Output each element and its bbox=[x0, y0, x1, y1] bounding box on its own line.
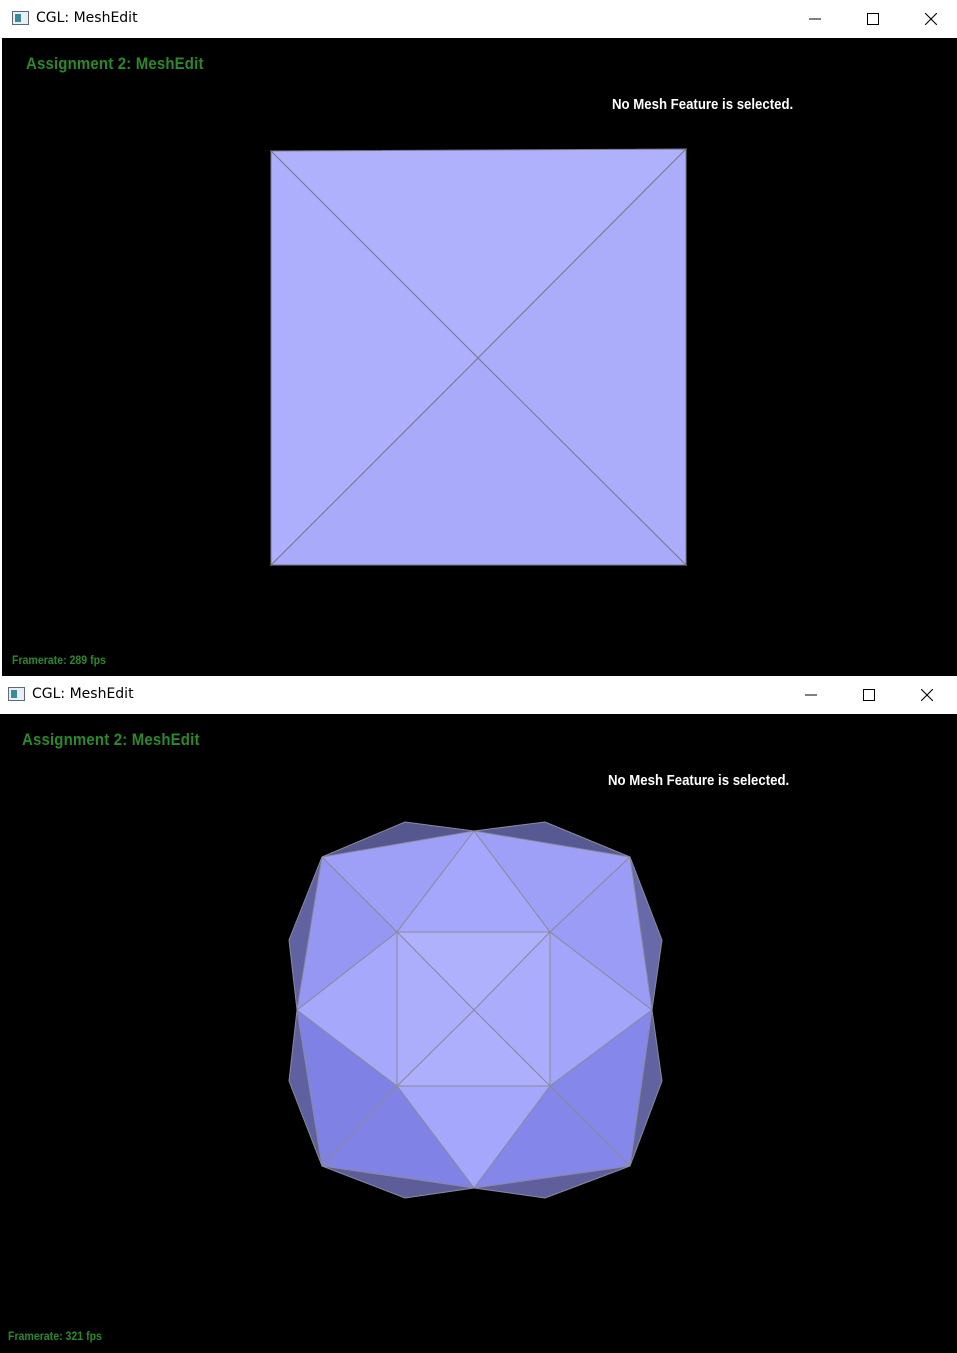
assignment-heading: Assignment 2: MeshEdit bbox=[26, 54, 204, 73]
minimize-button[interactable] bbox=[782, 679, 840, 711]
window-title: CGL: MeshEdit bbox=[36, 10, 138, 26]
close-button[interactable] bbox=[898, 679, 956, 711]
mesh-render[interactable] bbox=[2, 38, 957, 678]
maximize-icon bbox=[867, 13, 879, 25]
maximize-icon bbox=[863, 689, 875, 701]
title-bar[interactable]: CGL: MeshEdit bbox=[0, 0, 957, 38]
meshedit-window-1: CGL: MeshEdit Assignment 2: MeshEdit No … bbox=[0, 0, 957, 678]
framerate-readout: Framerate: 289 fps bbox=[12, 653, 106, 667]
window-title: CGL: MeshEdit bbox=[32, 686, 134, 702]
maximize-button[interactable] bbox=[844, 3, 902, 35]
close-button[interactable] bbox=[902, 3, 957, 35]
render-viewport[interactable]: Assignment 2: MeshEdit No Mesh Feature i… bbox=[0, 714, 957, 1353]
minimize-button[interactable] bbox=[786, 3, 844, 35]
selection-status: No Mesh Feature is selected. bbox=[612, 96, 794, 113]
close-icon bbox=[925, 13, 937, 25]
framerate-readout: Framerate: 321 fps bbox=[8, 1329, 102, 1343]
minimize-icon bbox=[809, 18, 821, 20]
mesh-render[interactable] bbox=[0, 714, 957, 1353]
assignment-heading: Assignment 2: MeshEdit bbox=[22, 730, 200, 749]
minimize-icon bbox=[805, 694, 817, 696]
maximize-button[interactable] bbox=[840, 679, 898, 711]
meshedit-window-2: CGL: MeshEdit Assignment 2: MeshEdit No … bbox=[0, 676, 957, 1353]
title-bar[interactable]: CGL: MeshEdit bbox=[0, 676, 957, 714]
render-viewport[interactable]: Assignment 2: MeshEdit No Mesh Feature i… bbox=[2, 38, 957, 678]
app-icon bbox=[8, 687, 25, 701]
close-icon bbox=[921, 689, 933, 701]
app-icon bbox=[12, 11, 29, 25]
selection-status: No Mesh Feature is selected. bbox=[608, 772, 790, 789]
